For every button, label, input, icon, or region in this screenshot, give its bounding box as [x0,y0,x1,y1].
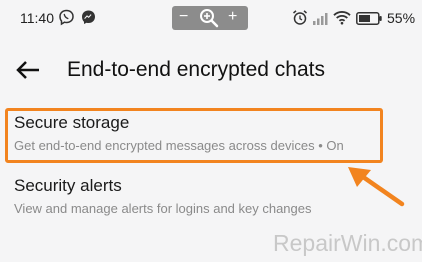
settings-screen: 11:40 − + 55% End-to-end encrypted chats… [0,0,422,262]
annotation-arrow-icon [344,164,406,213]
battery-icon [356,12,383,30]
alarm-icon [292,9,308,31]
watermark: RepairWin.com [273,230,422,256]
signal-icon [313,11,329,30]
status-bar: 11:40 − + 55% [0,0,422,36]
zoom-control[interactable]: − + [172,6,248,30]
zoom-magnifier-icon [199,8,219,33]
page-title: End-to-end encrypted chats [67,58,325,81]
zoom-in-button[interactable]: + [228,8,237,26]
security-alerts-subtitle: View and manage alerts for logins and ke… [14,201,312,216]
viber-icon [58,9,75,31]
security-alerts-title: Security alerts [14,176,122,195]
list-item-security-alerts[interactable]: Security alerts View and manage alerts f… [14,176,386,216]
wifi-icon [333,10,351,30]
battery-percentage: 55% [387,10,416,26]
zoom-out-button[interactable]: − [179,8,188,26]
back-button[interactable] [15,58,41,87]
arrow-left-icon [16,61,39,79]
messenger-icon [80,9,97,31]
highlight-box [5,108,383,163]
status-time: 11:40 [20,10,54,26]
